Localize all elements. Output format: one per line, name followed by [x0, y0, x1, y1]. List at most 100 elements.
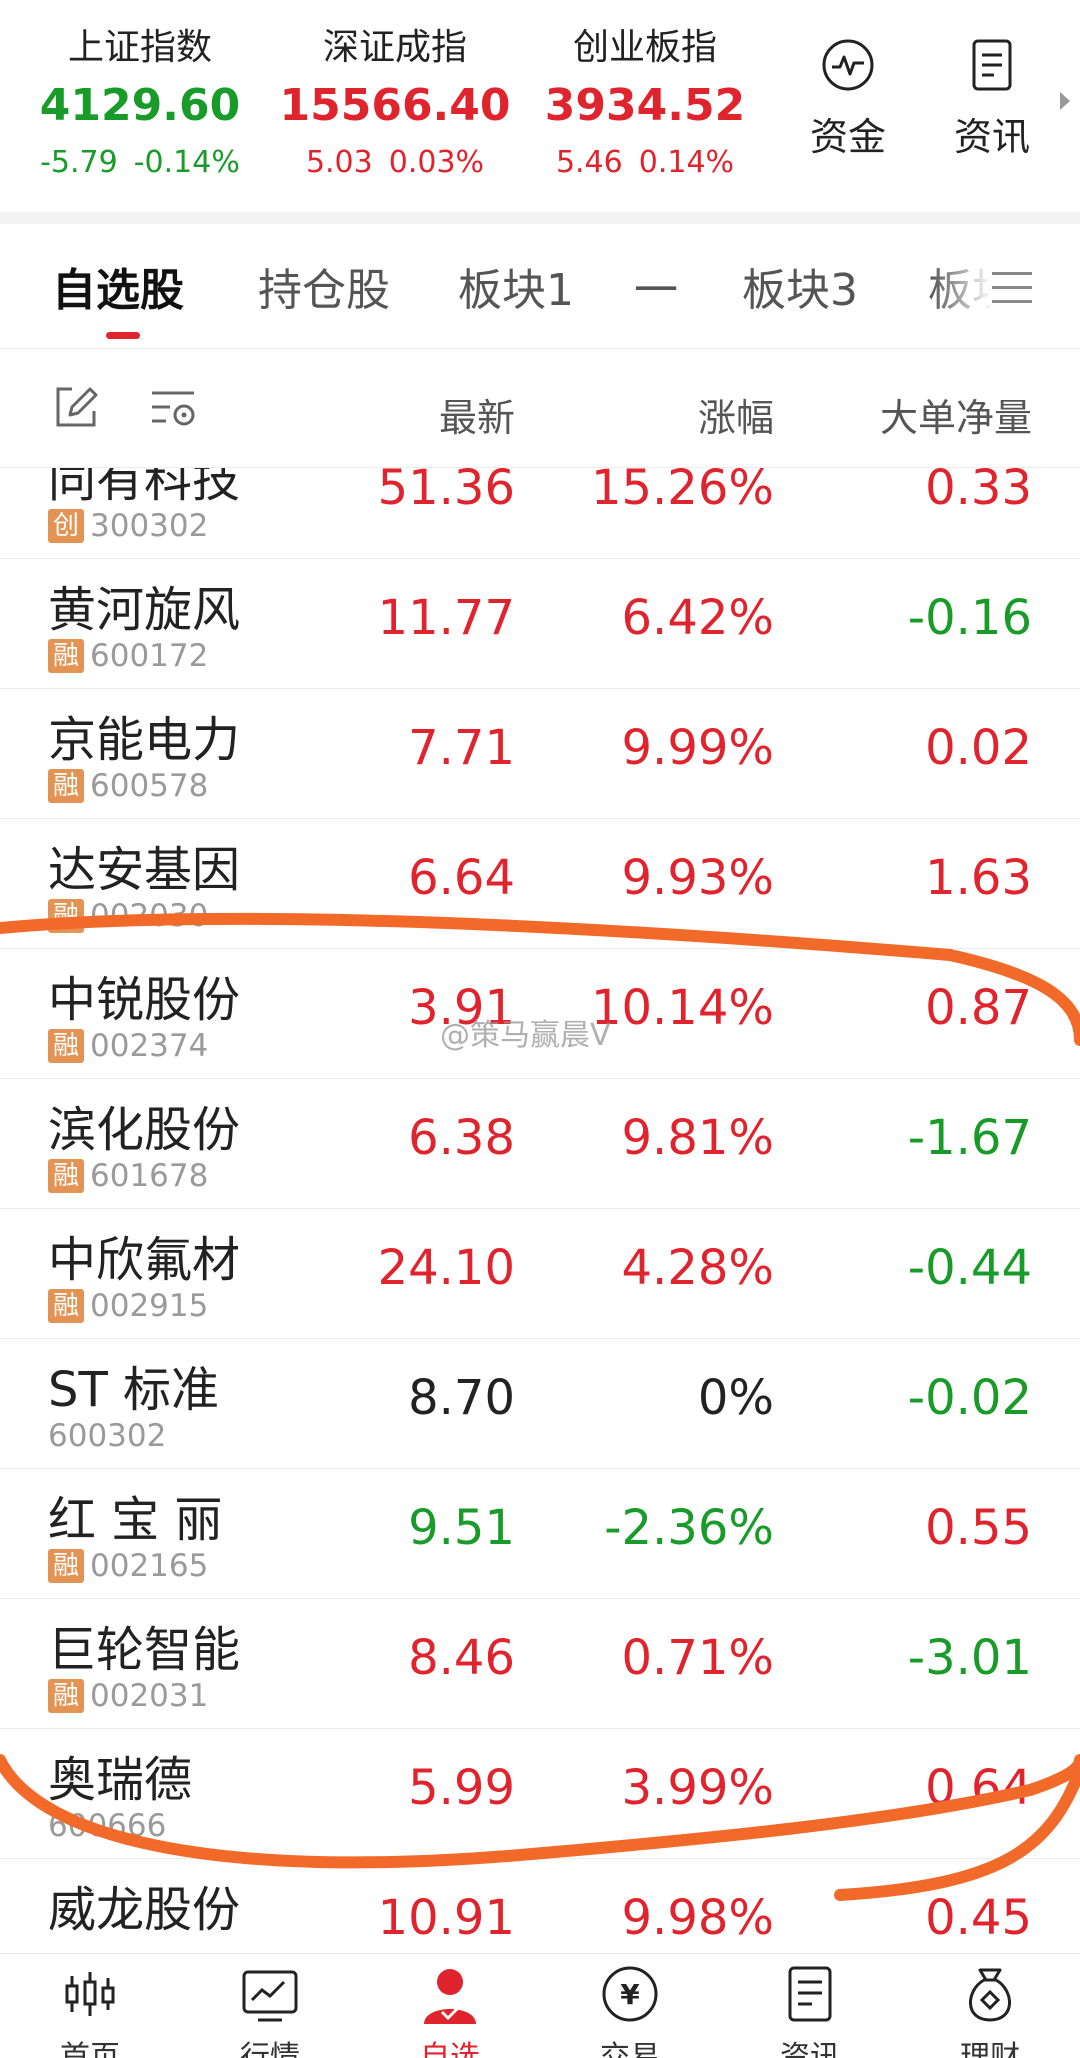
stock-price: 51.36	[377, 468, 515, 516]
stock-price: 8.70	[408, 1370, 515, 1426]
stock-name: 京能电力	[48, 712, 241, 768]
stock-row[interactable]: 黄河旋风 融 600172 11.77 6.42% -0.16	[0, 558, 1080, 689]
stock-net-volume: -0.44	[907, 1240, 1032, 1296]
stock-code-line: 融 600578	[48, 768, 209, 804]
nav-label: 资讯	[780, 2040, 840, 2058]
stock-code-line: 融 002374	[48, 1028, 209, 1064]
svg-text:¥: ¥	[620, 1978, 640, 2011]
stock-code: 002165	[90, 1548, 209, 1584]
market-badge: 创	[48, 509, 84, 543]
stock-net-volume: 0.64	[925, 1760, 1032, 1816]
stock-change-pct: 10.14%	[590, 980, 774, 1036]
tab-sector-2[interactable]: 一	[634, 254, 678, 318]
stock-row[interactable]: 奥瑞德 600666 5.99 3.99% 0.64	[0, 1728, 1080, 1859]
tab-watchlist[interactable]: 自选股	[52, 254, 184, 318]
stock-change-pct: 15.26%	[590, 468, 774, 516]
col-large-order-net[interactable]: 大单净量	[880, 387, 1032, 442]
stock-code-line: 融 601678	[48, 1158, 208, 1194]
stock-code: 600302	[48, 1418, 167, 1454]
scroll-right-icon[interactable]	[1060, 92, 1070, 110]
index-name: 创业板指	[572, 27, 717, 68]
market-badge: 融	[48, 639, 84, 673]
stock-net-volume: 0.45	[925, 1890, 1032, 1946]
index-change: 5.46 0.14%	[525, 138, 765, 188]
stock-net-volume: 0.87	[925, 980, 1032, 1036]
stock-change-pct: 0%	[697, 1370, 774, 1426]
fund-flow-icon	[822, 39, 874, 91]
watchlist-user-icon	[424, 1969, 476, 2024]
tab-sector-3[interactable]: 板块3	[742, 254, 858, 318]
stock-price: 10.91	[377, 1890, 515, 1946]
stock-name: 威龙股份	[48, 1882, 241, 1938]
stock-change-pct: 3.99%	[621, 1760, 774, 1816]
nav-market[interactable]: 行情	[180, 1962, 360, 2058]
stock-net-volume: -0.16	[907, 590, 1032, 646]
stock-name: ST 标准	[48, 1362, 220, 1418]
tab-menu-icon[interactable]	[992, 272, 1032, 314]
col-latest-price[interactable]: 最新	[439, 387, 515, 442]
stock-row[interactable]: 巨轮智能 融 002031 8.46 0.71% -3.01	[0, 1598, 1080, 1729]
nav-label: 首页	[60, 2040, 120, 2058]
stock-code-line: 融 002030	[48, 898, 209, 934]
stock-code: 600666	[48, 1808, 167, 1844]
nav-wealth[interactable]: 理财	[900, 1962, 1080, 2058]
stock-code: 600578	[90, 768, 209, 804]
index-change-points: 5.03	[305, 145, 373, 180]
tab-sector-1[interactable]: 板块1	[458, 254, 574, 318]
index-change-pct: 0.14%	[638, 145, 735, 180]
nav-label: 自选	[420, 2040, 480, 2058]
stock-price: 6.38	[408, 1110, 515, 1166]
news-icon	[972, 39, 1012, 91]
index-shanghai[interactable]: 上证指数 4129.60 -5.79 -0.14%	[20, 22, 260, 188]
nav-watchlist[interactable]: 自选	[360, 1962, 540, 2058]
nav-news[interactable]: 资讯	[720, 1962, 900, 2058]
stock-row[interactable]: 同有科技 创 300302 51.36 15.26% 0.33	[0, 468, 1080, 559]
market-badge: 融	[48, 769, 84, 803]
stock-change-pct: -2.36%	[604, 1500, 774, 1556]
index-change: -5.79 -0.14%	[20, 138, 260, 188]
stock-code-line: 600666	[48, 1808, 167, 1844]
stock-code: 600172	[90, 638, 209, 674]
stock-code-line: 融 600172	[48, 638, 209, 674]
stock-name: 奥瑞德	[48, 1752, 193, 1808]
stock-code-line: 创 300302	[48, 508, 208, 544]
stock-name: 中欣氟材	[48, 1232, 241, 1288]
stock-row[interactable]: 中欣氟材 融 002915 24.10 4.28% -0.44	[0, 1208, 1080, 1339]
news-button[interactable]: 资讯	[937, 38, 1047, 161]
stock-row[interactable]: 威龙股份 10.91 9.98% 0.45	[0, 1858, 1080, 1953]
group-tabs: 自选股 持仓股 板块1 一 板块3 板块	[0, 224, 1080, 349]
edit-icon[interactable]	[50, 381, 102, 433]
nav-home[interactable]: 首页	[0, 1962, 180, 2058]
fund-flow-button[interactable]: 资金	[793, 38, 903, 161]
index-change-points: 5.46	[555, 145, 623, 180]
stock-net-volume: 0.55	[925, 1500, 1032, 1556]
nav-trade[interactable]: ¥ 交易	[540, 1962, 720, 2058]
stock-row[interactable]: 红 宝 丽 融 002165 9.51 -2.36% 0.55	[0, 1468, 1080, 1599]
active-tab-indicator	[106, 332, 140, 339]
col-change-pct[interactable]: 涨幅	[698, 387, 774, 442]
index-chinext[interactable]: 创业板指 3934.52 5.46 0.14%	[525, 22, 765, 188]
stock-row[interactable]: 达安基因 融 002030 6.64 9.93% 1.63	[0, 818, 1080, 949]
stock-change-pct: 0.71%	[621, 1630, 774, 1686]
stock-code: 002031	[90, 1678, 209, 1714]
stock-name: 同有科技	[48, 468, 241, 508]
stock-row[interactable]: 京能电力 融 600578 7.71 9.99% 0.02	[0, 688, 1080, 819]
stock-code-line: 融 002031	[48, 1678, 209, 1714]
market-badge: 融	[48, 1029, 84, 1063]
fund-flow-label: 资金	[809, 115, 886, 159]
stock-row[interactable]: 滨化股份 融 601678 6.38 9.81% -1.67	[0, 1078, 1080, 1209]
stock-code: 002030	[90, 898, 209, 934]
stock-row[interactable]: ST 标准 600302 8.70 0% -0.02	[0, 1338, 1080, 1469]
market-badge: 融	[48, 1679, 84, 1713]
news-label: 资讯	[953, 115, 1030, 159]
index-shenzhen[interactable]: 深证成指 15566.40 5.03 0.03%	[275, 22, 515, 188]
tab-holdings[interactable]: 持仓股	[258, 254, 390, 318]
wealth-bag-icon	[969, 1968, 1011, 2022]
filter-settings-icon[interactable]	[148, 381, 200, 433]
section-divider	[0, 212, 1080, 224]
stock-code: 002374	[90, 1028, 209, 1064]
stock-list: 同有科技 创 300302 51.36 15.26% 0.33 黄河旋风 融 600…	[0, 468, 1080, 1953]
stock-name: 红 宝 丽	[48, 1492, 223, 1548]
market-badge: 融	[48, 899, 84, 933]
index-name: 上证指数	[67, 27, 212, 68]
